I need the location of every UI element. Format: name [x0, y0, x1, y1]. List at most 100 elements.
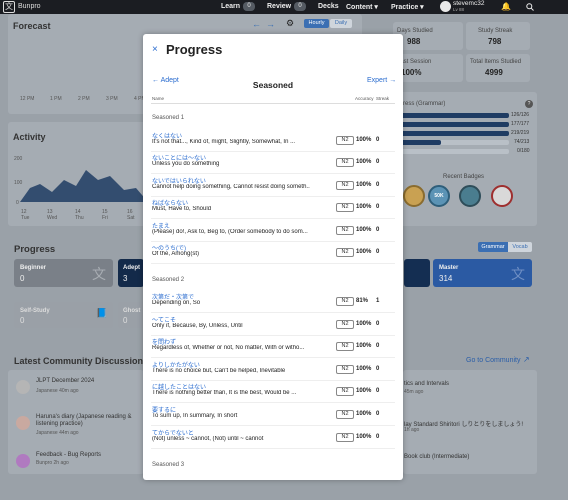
discussion-title[interactable]: tics and Intervals: [404, 381, 449, 387]
section-label: Seasoned 3: [152, 462, 185, 468]
discussion-avatar: [16, 454, 30, 468]
username[interactable]: stevemc32: [453, 0, 484, 7]
streak-value: 0: [376, 366, 380, 372]
ghost-tile[interactable]: Ghost 0: [118, 302, 144, 328]
beginner-value: 0: [20, 274, 25, 283]
forecast-prev-icon[interactable]: ←: [252, 19, 261, 29]
study-streak-card: Study Streak 798: [466, 22, 530, 50]
grammar-meaning: Unless you do something: [152, 161, 220, 167]
section-label: Seasoned 1: [152, 115, 185, 121]
badge-icon[interactable]: [459, 185, 481, 207]
jlpt-level-badge: N2: [336, 320, 354, 329]
total-items-card: Total Items Studied 4999: [466, 54, 530, 82]
days-studied-label: Days Studied: [397, 28, 433, 34]
grammar-meaning: (Not) unless ~ cannot, (Not) until ~ can…: [152, 436, 264, 442]
beginner-tile[interactable]: Beginner 0 文: [14, 259, 113, 287]
nav-decks[interactable]: Decks: [318, 3, 339, 10]
grammar-progress-title: ress (Grammar): [403, 101, 446, 107]
discussion-title[interactable]: Book club (Intermediate): [404, 454, 469, 460]
grammar-row[interactable]: ～てこそ Only if, Because, By, Unless, Until…: [151, 314, 395, 336]
discussion-item[interactable]: JLPT December 2024 Japanese 40m ago: [16, 378, 140, 398]
search-icon[interactable]: [526, 3, 534, 11]
close-icon[interactable]: ×: [152, 44, 158, 55]
level-progress-bar: [401, 140, 441, 145]
grammar-row[interactable]: を問わず Regardless of, Whether or not, No m…: [151, 336, 395, 358]
level-progress-count: 74/213: [514, 139, 530, 145]
notification-bell-icon[interactable]: 🔔: [501, 2, 511, 11]
grammar-row[interactable]: たまえ (Please) do!, Ask to, Beg to, (Order…: [151, 220, 395, 242]
level-progress-bar: [401, 122, 509, 127]
activity-x-tick: 12 Tue: [21, 209, 30, 221]
accuracy-value: 81%: [356, 298, 369, 304]
discussion-title: Feedback - Bug Reports: [36, 452, 102, 458]
user-avatar[interactable]: [440, 1, 451, 12]
progress-section-title: Progress: [14, 244, 56, 255]
adept-tile[interactable]: Adept 3: [118, 259, 144, 287]
jlpt-level-badge: N2: [336, 248, 354, 257]
total-items-value: 4999: [485, 68, 503, 77]
grammar-row[interactable]: なくはない It's not that..., Kind of, might, …: [151, 130, 395, 152]
badge-icon[interactable]: [491, 185, 513, 207]
master-tile[interactable]: Master 314 文: [433, 259, 532, 287]
discussion-title[interactable]: lay Standard Shiritori しりとりをしましょう!: [404, 419, 534, 428]
streak-value: 0: [376, 182, 380, 188]
level-progress-bar-track: [401, 149, 509, 154]
next-group-button[interactable]: Expert →: [367, 77, 396, 84]
grammar-row[interactable]: ～のうち(で) Of the, Among(st) N2 100% 0: [151, 242, 395, 264]
nav-review[interactable]: Review: [267, 3, 291, 10]
forecast-daily-toggle[interactable]: Daily: [330, 19, 352, 28]
grammar-meaning: Of the, Among(st): [152, 251, 200, 257]
nav-practice[interactable]: Practice ▾: [391, 3, 424, 11]
badge-icon[interactable]: 50K: [428, 185, 450, 207]
grammar-row[interactable]: 要するに To sum up, In summary, In short N2 …: [151, 404, 395, 426]
last-session-card: Last Session 100%: [393, 54, 463, 82]
column-header-streak: Streak: [376, 96, 390, 101]
nav-content[interactable]: Content ▾: [346, 3, 378, 11]
self-study-tile[interactable]: Self-Study 0 📘: [14, 302, 113, 328]
discussion-title: Haruna's diary (Japanese reading & liste…: [36, 414, 132, 427]
group-title: Seasoned: [252, 80, 294, 90]
discussion-item[interactable]: Haruna's diary (Japanese reading & liste…: [16, 414, 140, 436]
activity-y-tick: 0: [16, 200, 19, 206]
external-link-icon[interactable]: ↗: [523, 355, 530, 364]
self-study-value: 0: [20, 316, 25, 325]
ghost-value: 0: [123, 316, 128, 325]
top-navigation-bar: 文 Bunpro Learn 0 Review 0 Decks Content …: [0, 0, 568, 14]
column-header-accuracy: Accuracy: [355, 96, 374, 101]
go-to-community-link[interactable]: Go to Community: [466, 357, 520, 364]
forecast-settings-gear-icon[interactable]: ⚙: [286, 18, 294, 29]
jlpt-level-badge: N2: [336, 181, 354, 190]
bunpro-logo-icon[interactable]: 文: [3, 1, 15, 13]
vocab-tab[interactable]: Vocab: [508, 242, 532, 252]
forecast-hourly-toggle[interactable]: Hourly: [304, 19, 329, 28]
grammar-row[interactable]: てからでないと (Not) unless ~ cannot, (Not) unt…: [151, 427, 395, 449]
accuracy-value: 100%: [356, 227, 372, 233]
discussion-item[interactable]: Feedback - Bug Reports Bunpro 2h ago: [16, 452, 140, 472]
jlpt-level-badge: N2: [336, 387, 354, 396]
grammar-row[interactable]: よりしかたがない There is no choice but, Can't b…: [151, 359, 395, 381]
nav-learn[interactable]: Learn: [221, 3, 240, 10]
grammar-row[interactable]: ないではいられない Cannot help doing something, C…: [151, 175, 395, 197]
grammar-meaning: Must, Have to, Should: [152, 206, 212, 212]
activity-x-tick: 16 Sat: [127, 209, 135, 221]
forecast-next-icon[interactable]: →: [266, 19, 275, 29]
streak-value: 0: [376, 434, 380, 440]
modal-title: Progress: [166, 42, 223, 57]
review-count-badge: 0: [294, 2, 306, 11]
grammar-row[interactable]: 次第だ・次第で Depending on, So N2 81% 1: [151, 291, 395, 313]
grammar-meaning: Regardless of, Whether or not, No matter…: [152, 345, 305, 351]
info-icon[interactable]: ?: [525, 100, 533, 108]
grammar-meaning: (Please) do!, Ask to, Beg to, (Order som…: [152, 229, 308, 235]
discussion-meta: 45m ago: [404, 389, 424, 395]
grammar-row[interactable]: ないことには～ない Unless you do something N2 100…: [151, 152, 395, 174]
jlpt-level-badge: N2: [336, 297, 354, 306]
study-streak-value: 798: [488, 37, 502, 46]
grammar-row[interactable]: ねばならない Must, Have to, Should N2 100% 0: [151, 197, 395, 219]
adept-value: 3: [123, 274, 128, 283]
bunpro-mark-icon: 文: [511, 266, 525, 282]
badge-icon[interactable]: [403, 185, 425, 207]
grammar-row[interactable]: に越したことはない There is nothing better than, …: [151, 381, 395, 403]
expert-tile[interactable]: [404, 259, 430, 287]
grammar-tab[interactable]: Grammar: [478, 242, 508, 252]
activity-x-tick: 13 Wed: [47, 209, 58, 221]
